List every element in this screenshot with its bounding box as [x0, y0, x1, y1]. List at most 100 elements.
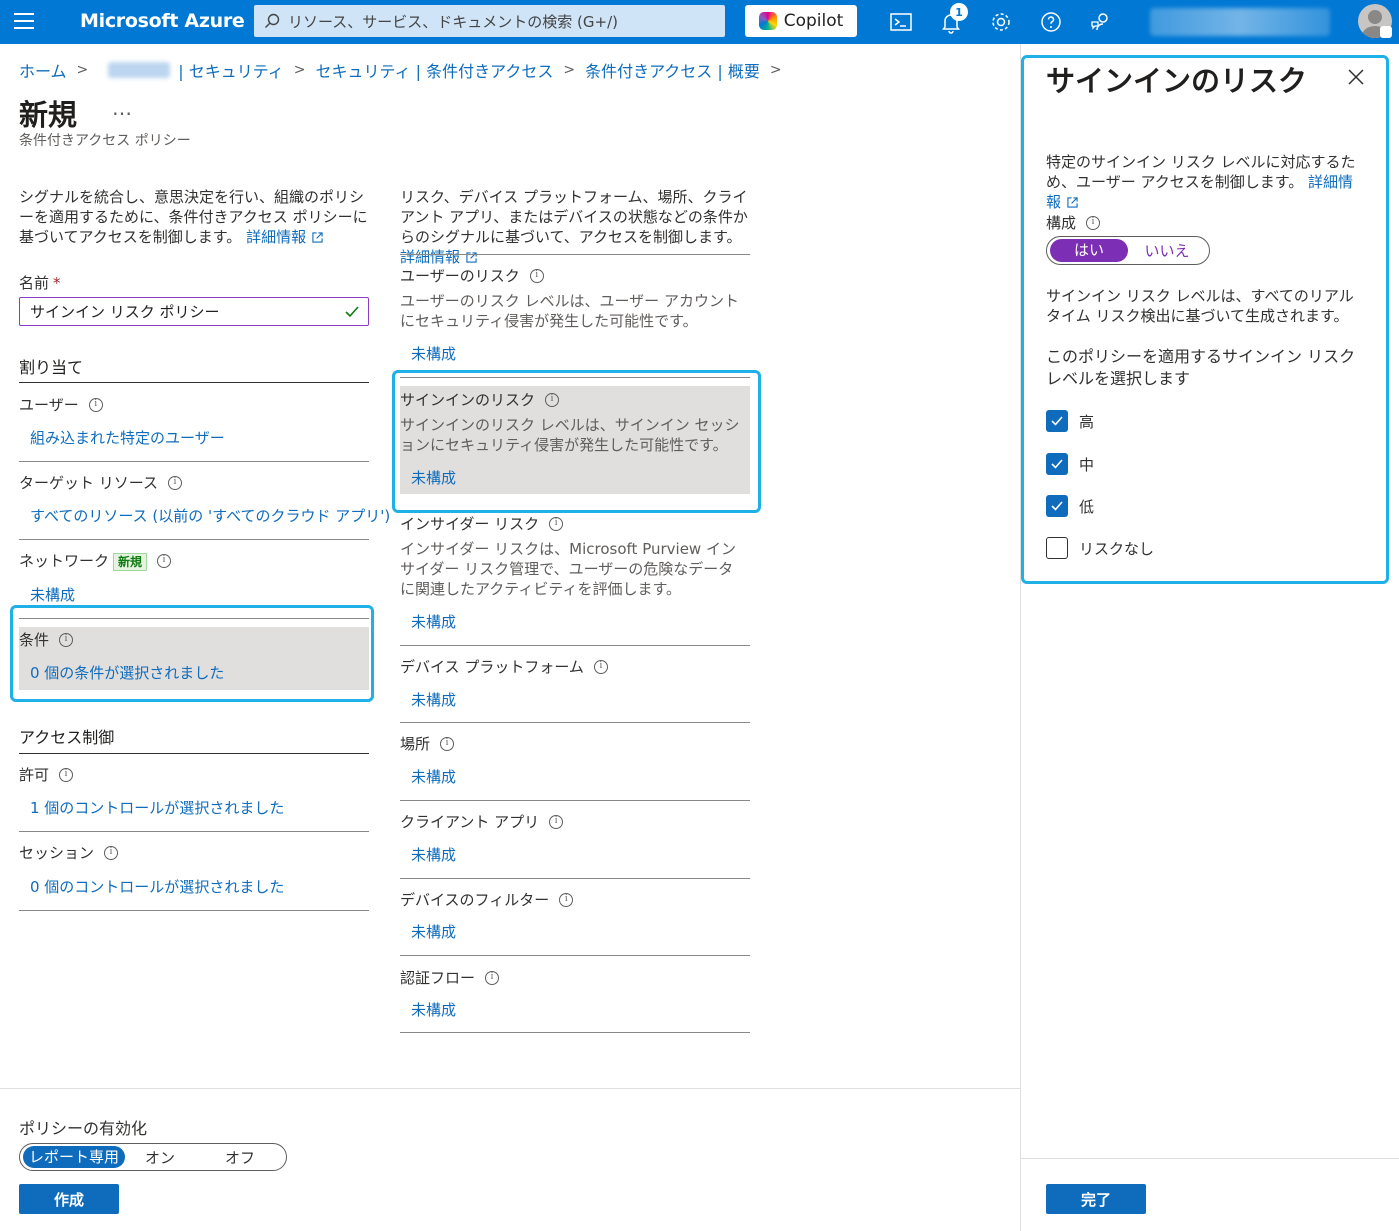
lock-icon: [1380, 26, 1392, 38]
info-icon[interactable]: [104, 845, 119, 860]
copilot-label: Copilot: [783, 11, 844, 31]
divider: [19, 539, 369, 540]
conditions-description-text: リスク、デバイス プラットフォーム、場所、クライアント アプリ、またはデバイスの…: [400, 188, 748, 246]
info-icon[interactable]: [593, 659, 608, 674]
page-subtitle: 条件付きアクセス ポリシー: [19, 133, 191, 149]
search-placeholder: リソース、サービス、ドキュメントの検索 (G+/): [288, 12, 618, 31]
client-apps-label: クライアント アプリ: [400, 811, 564, 832]
session-value-link[interactable]: 0 個のコントロールが選択されました: [30, 876, 284, 897]
grant-value-link[interactable]: 1 個のコントロールが選択されました: [30, 797, 284, 818]
breadcrumb: ホーム > | セキュリティ > セキュリティ | 条件付きアクセス > 条件付…: [19, 58, 792, 82]
page-title: 新規: [19, 98, 78, 132]
divider: [19, 910, 369, 911]
top-bar: Microsoft Azure リソース、サービス、ドキュメントの検索 (G+/…: [0, 0, 1399, 44]
chevron-right-icon: >: [563, 62, 576, 78]
more-options-button[interactable]: …: [112, 96, 132, 120]
enable-policy-toggle[interactable]: レポート専用 オン オフ: [19, 1143, 287, 1171]
divider: [19, 831, 369, 832]
info-icon[interactable]: [485, 970, 500, 985]
toggle-option-off[interactable]: オフ: [195, 1147, 285, 1168]
create-button[interactable]: 作成: [19, 1184, 119, 1214]
signin-risk-callout-frame: [392, 370, 761, 513]
required-asterisk: *: [53, 274, 61, 292]
conditions-callout-frame: [10, 605, 374, 702]
divider: [400, 1032, 750, 1033]
name-field-label: 名前 *: [19, 274, 61, 292]
info-icon[interactable]: [549, 814, 564, 829]
breadcrumb-overview[interactable]: 条件付きアクセス | 概要: [585, 58, 760, 82]
cloud-shell-icon[interactable]: [889, 10, 913, 34]
info-icon[interactable]: [59, 767, 74, 782]
hamburger-menu-icon[interactable]: [14, 13, 34, 31]
network-label: ネットワーク 新規: [19, 550, 172, 571]
session-label: セッション: [19, 842, 119, 863]
insider-risk-label: インサイダー リスク: [400, 513, 564, 534]
insider-risk-description: インサイダー リスクは、Microsoft Purview インサイダー リスク…: [400, 540, 736, 598]
location-label: 場所: [400, 733, 455, 754]
divider: [19, 753, 369, 754]
info-icon[interactable]: [529, 268, 544, 283]
location-value-link[interactable]: 未構成: [411, 766, 456, 787]
policy-name-input[interactable]: サインイン リスク ポリシー: [19, 297, 369, 326]
users-value-link[interactable]: 組み込まれた特定のユーザー: [30, 427, 225, 448]
user-risk-label: ユーザーのリスク: [400, 265, 544, 286]
help-question-icon[interactable]: [1039, 10, 1063, 34]
search-icon: [265, 13, 280, 28]
info-icon[interactable]: [549, 516, 564, 531]
chevron-right-icon: >: [769, 62, 782, 78]
info-icon[interactable]: [168, 475, 183, 490]
divider: [400, 878, 750, 879]
done-button[interactable]: 完了: [1046, 1184, 1146, 1214]
divider: [400, 645, 750, 646]
toggle-option-report-only[interactable]: レポート専用: [23, 1146, 125, 1168]
feedback-icon[interactable]: [1089, 10, 1113, 34]
brand-title[interactable]: Microsoft Azure: [80, 10, 245, 32]
access-controls-header: アクセス制御: [19, 728, 115, 747]
footer-divider: [0, 1088, 1020, 1089]
breadcrumb-home[interactable]: ホーム: [19, 58, 67, 82]
auth-flows-value-link[interactable]: 未構成: [411, 999, 456, 1020]
left-description: シグナルを統合し、意思決定を行い、組織のポリシーを適用するために、条件付きアクセ…: [19, 187, 371, 247]
target-resources-label: ターゲット リソース: [19, 472, 183, 493]
external-link-icon: [312, 232, 323, 243]
network-value-link[interactable]: 未構成: [30, 584, 75, 605]
insider-risk-value-link[interactable]: 未構成: [411, 611, 456, 632]
info-icon[interactable]: [559, 892, 574, 907]
copilot-button[interactable]: Copilot: [745, 5, 857, 37]
copilot-icon: [758, 12, 777, 30]
chevron-right-icon: >: [293, 62, 306, 78]
panel-callout-frame: [1021, 55, 1389, 584]
client-apps-value-link[interactable]: 未構成: [411, 844, 456, 865]
learn-more-link[interactable]: 詳細情報: [400, 248, 460, 266]
learn-more-link[interactable]: 詳細情報: [246, 228, 306, 246]
divider: [400, 254, 750, 255]
breadcrumb-security[interactable]: | セキュリティ: [178, 58, 284, 82]
info-icon[interactable]: [157, 553, 172, 568]
device-filter-value-link[interactable]: 未構成: [411, 921, 456, 942]
breadcrumb-tenant-redacted[interactable]: [108, 62, 171, 78]
enable-policy-label: ポリシーの有効化: [19, 1119, 148, 1138]
breadcrumb-conditional-access[interactable]: セキュリティ | 条件付きアクセス: [316, 58, 554, 82]
checkmark-valid-icon: [345, 306, 359, 318]
divider: [400, 800, 750, 801]
policy-name-value: サインイン リスク ポリシー: [30, 303, 220, 321]
divider: [19, 382, 369, 383]
target-resources-value-link[interactable]: すべてのリソース (以前の 'すべてのクラウド アプリ'): [30, 505, 390, 526]
chevron-right-icon: >: [76, 62, 89, 78]
settings-gear-icon[interactable]: [989, 10, 1013, 34]
divider: [400, 722, 750, 723]
device-platform-label: デバイス プラットフォーム: [400, 656, 608, 677]
global-search-input[interactable]: リソース、サービス、ドキュメントの検索 (G+/): [254, 5, 725, 37]
user-risk-value-link[interactable]: 未構成: [411, 343, 456, 364]
assignments-header: 割り当て: [19, 358, 84, 377]
panel-footer-divider: [1020, 1158, 1399, 1159]
divider: [400, 955, 750, 956]
divider: [19, 461, 369, 462]
device-platform-value-link[interactable]: 未構成: [411, 689, 456, 710]
auth-flows-label: 認証フロー: [400, 967, 500, 988]
toggle-option-on[interactable]: オン: [125, 1147, 195, 1168]
account-name-redacted[interactable]: [1150, 8, 1330, 36]
info-icon[interactable]: [88, 397, 103, 412]
info-icon[interactable]: [440, 736, 455, 751]
users-label: ユーザー: [19, 394, 103, 415]
